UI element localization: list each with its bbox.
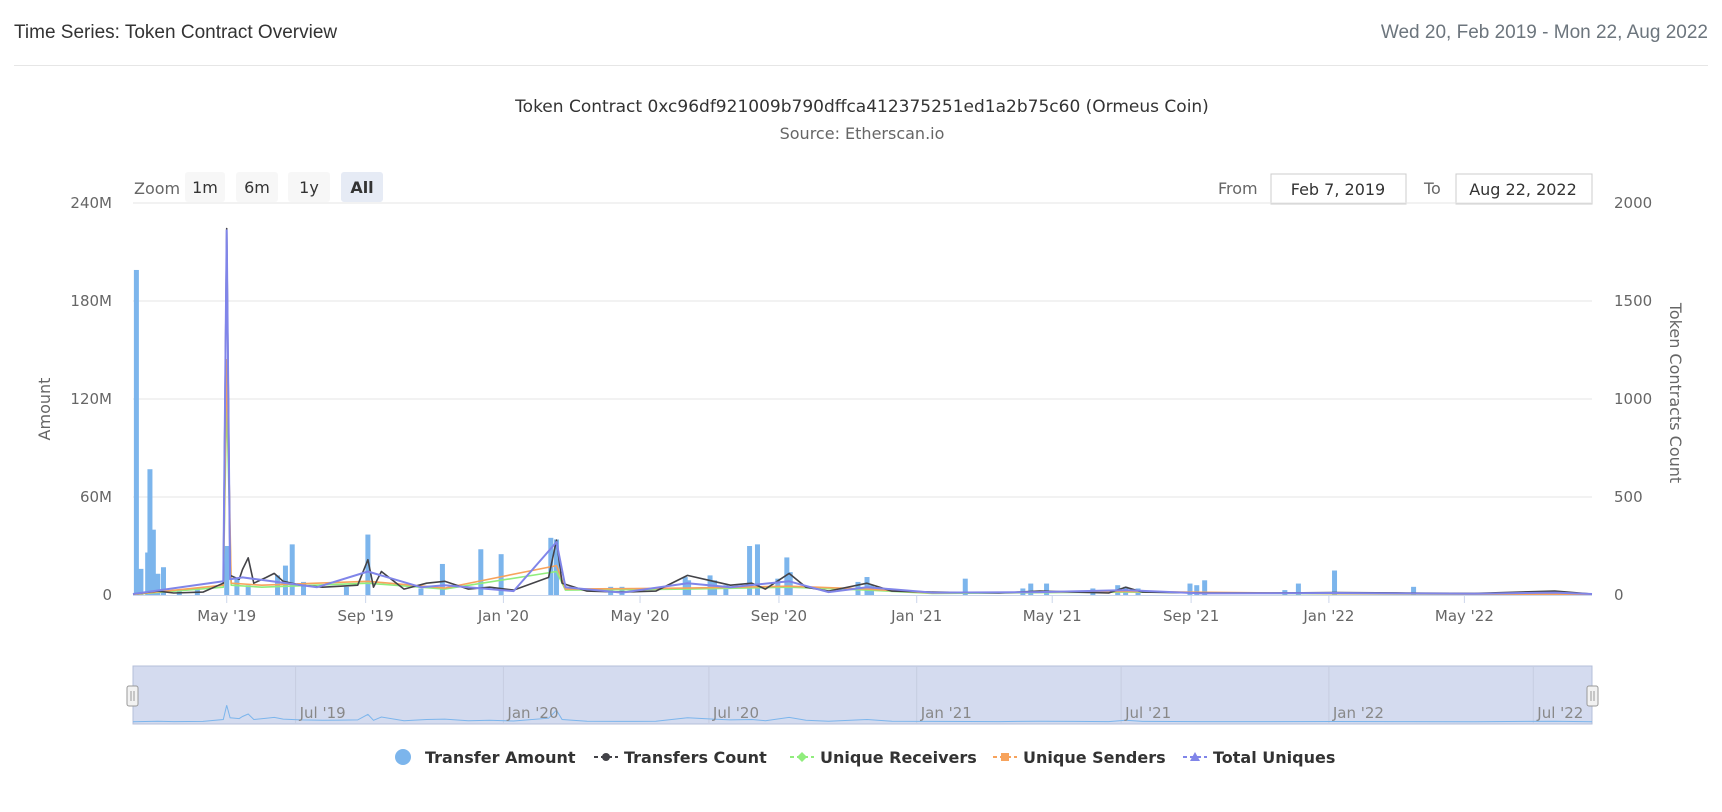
from-label: From [1218, 179, 1258, 198]
chart-svg: Token Contract 0xc96df921009b790dffca412… [35, 97, 1685, 767]
page-title: Time Series: Token Contract Overview [14, 22, 338, 43]
legend-symbol [797, 752, 807, 762]
date-range-label: Wed 20, Feb 2019 - Mon 22, Aug 2022 [1380, 22, 1708, 43]
grid-lines [133, 202, 1592, 498]
navigator-label: Jan '20 [506, 704, 558, 722]
y-right-tick-label: 500 [1614, 488, 1643, 506]
zoom-label: Zoom [134, 179, 180, 198]
legend-item-unique-receivers[interactable]: Unique Receivers [790, 748, 977, 767]
navigator-label: Jul '22 [1536, 704, 1583, 722]
legend-symbol [1001, 753, 1009, 761]
transfer-amount-bar [282, 565, 288, 595]
chart-legend: Transfer Amount Transfers Count Unique Rec… [395, 748, 1335, 767]
legend-symbol [602, 753, 610, 761]
legend-label: Transfers Count [624, 748, 767, 767]
x-tick-label: May '22 [1435, 607, 1494, 625]
y-left-tick-label: 60M [80, 488, 112, 506]
page-header: Time Series: Token Contract Overview Wed… [14, 0, 1708, 66]
to-label: To [1423, 179, 1441, 198]
unique-senders-line [132, 359, 1593, 596]
legend-item-transfer-amount[interactable]: Transfer Amount [395, 748, 576, 767]
zoom-button-group: 1m 6m 1y All [185, 172, 383, 202]
x-tick-label: Sep '21 [1163, 607, 1219, 625]
y-right-tick-label: 2000 [1614, 194, 1652, 212]
count-lines [132, 227, 1593, 596]
legend-label: Transfer Amount [425, 748, 576, 767]
legend-label: Unique Receivers [820, 748, 977, 767]
transfer-amount-bar [418, 588, 424, 595]
chart-subtitle: Source: Etherscan.io [780, 124, 945, 143]
transfer-amount-bars [133, 269, 1558, 595]
transfer-amount-bar [343, 586, 349, 595]
legend-symbol [395, 749, 411, 765]
transfer-amount-bar [1332, 570, 1338, 595]
legend-item-transfers-count[interactable]: Transfers Count [594, 748, 767, 767]
chart-title: Token Contract 0xc96df921009b790dffca412… [514, 97, 1209, 117]
y-right-tick-label: 1500 [1614, 292, 1652, 310]
transfer-amount-bar [289, 544, 295, 595]
zoom-button-1m[interactable]: 1m [185, 172, 225, 202]
navigator-label: Jan '21 [920, 704, 972, 722]
navigator[interactable]: Jul '19 Jan '20 Jul '20 Jan '21 Jul '21 Jan '… [126, 665, 1599, 725]
x-tick-label: Jan '20 [477, 607, 529, 625]
y-right-axis-label: Token Contracts Count [1666, 302, 1685, 483]
x-tick-label: Jan '21 [890, 607, 942, 625]
navigator-label: Jul '19 [299, 704, 346, 722]
legend-label: Unique Senders [1023, 748, 1166, 767]
total-uniques-line [132, 229, 1593, 595]
zoom-button-label: 1y [299, 178, 319, 197]
zoom-button-6m[interactable]: 6m [236, 172, 278, 202]
x-tick-label: Jan '22 [1302, 607, 1354, 625]
zoom-button-1y[interactable]: 1y [288, 172, 330, 202]
zoom-button-label: 6m [244, 178, 270, 197]
y-left-axis-label: Amount [35, 378, 54, 441]
zoom-button-All[interactable]: All [341, 172, 383, 202]
legend-label: Total Uniques [1213, 748, 1335, 767]
y-left-tick-label: 240M [70, 194, 112, 212]
navigator-label: Jul '21 [1124, 704, 1171, 722]
y-right-tick-label: 0 [1614, 586, 1624, 604]
x-tick-label: Sep '20 [751, 607, 807, 625]
navigator-label: Jan '22 [1332, 704, 1384, 722]
to-date-value: Aug 22, 2022 [1469, 180, 1577, 199]
legend-item-unique-senders[interactable]: Unique Senders [993, 748, 1166, 767]
transfers-count-line [132, 227, 1593, 595]
transfer-amount-bar [224, 546, 230, 595]
navigator-left-handle[interactable] [126, 685, 139, 707]
transfer-amount-bar [133, 269, 139, 595]
x-tick-label: May '19 [197, 607, 256, 625]
navigator-right-handle[interactable] [1586, 685, 1599, 707]
y-left-tick-label: 180M [70, 292, 112, 310]
from-date-value: Feb 7, 2019 [1291, 180, 1385, 199]
navigator-label: Jul '20 [712, 704, 759, 722]
y-left-tick-labels: 0 60M 120M 180M 240M [70, 194, 112, 604]
legend-item-total-uniques[interactable]: Total Uniques [1183, 748, 1335, 767]
transfer-amount-bar [439, 563, 445, 595]
zoom-button-label: All [350, 178, 373, 197]
zoom-button-label: 1m [192, 178, 218, 197]
transfer-amount-bar [150, 529, 156, 595]
y-left-tick-label: 120M [70, 390, 112, 408]
y-left-tick-label: 0 [102, 586, 112, 604]
x-tick-label: Sep '19 [338, 607, 394, 625]
transfer-amount-bar [234, 578, 240, 595]
x-tick-label: May '21 [1023, 607, 1082, 625]
x-tick-label: May '20 [611, 607, 670, 625]
transfer-amount-bar [864, 577, 870, 595]
y-right-tick-label: 1000 [1614, 390, 1652, 408]
y-right-tick-labels: 0 500 1000 1500 2000 [1614, 194, 1652, 604]
transfer-amount-bar [138, 568, 144, 595]
x-tick-labels: May '19 Sep '19 Jan '20 May '20 Sep '20 Jan '… [197, 595, 1494, 625]
